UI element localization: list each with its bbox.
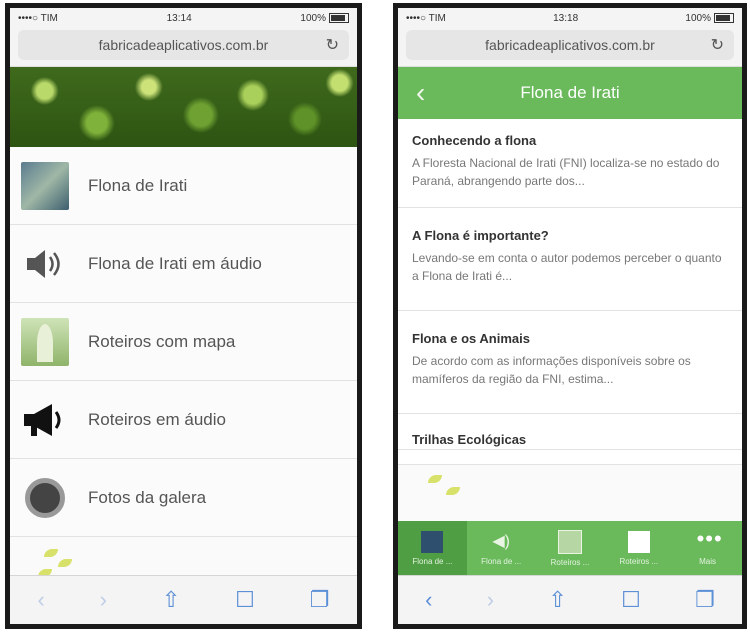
article-title: A Flona é importante? (412, 228, 549, 243)
sprout-logo-icon (446, 487, 460, 495)
tab-roteiros-mapa[interactable]: Roteiros ... (536, 521, 605, 576)
camera-lens-icon (20, 473, 70, 523)
menu-item-fotos[interactable]: Fotos da galera (10, 459, 357, 537)
tab-label: Roteiros ... (619, 557, 659, 566)
app-tab-bar: Flona de ... ◀) Flona de ... Roteiros ..… (398, 521, 742, 576)
article-title: Flona e os Animais (412, 331, 530, 346)
menu-list: Flona de Irati Flona de Irati em áudio R… (10, 147, 357, 537)
battery-status: 100% (685, 13, 734, 24)
bookmarks-icon[interactable]: ☐ (621, 587, 641, 613)
address-bar[interactable]: fabricadeaplicativos.com.br ↻ (18, 30, 349, 60)
menu-item-flona-audio[interactable]: Flona de Irati em áudio (10, 225, 357, 303)
menu-item-label: Roteiros com mapa (88, 331, 236, 351)
battery-percent: 100% (300, 12, 326, 24)
book-icon (421, 531, 444, 553)
speaker-icon: ◀) (492, 533, 510, 550)
tab-roteiros-audio[interactable]: Roteiros ... (604, 521, 673, 576)
page-title: Flona de Irati (520, 83, 620, 102)
tabs-icon[interactable]: ❐ (695, 587, 715, 613)
back-arrow-icon[interactable]: ‹ (425, 587, 432, 613)
menu-item-label: Roteiros em áudio (88, 409, 226, 429)
menu-item-flona[interactable]: Flona de Irati (10, 147, 357, 225)
article-excerpt: Levando-se em conta o autor podemos perc… (412, 251, 722, 283)
share-icon[interactable]: ⇧ (548, 587, 566, 613)
forest-map-thumbnail (20, 161, 70, 211)
article-excerpt: A Floresta Nacional de Irati (FNI) local… (412, 156, 720, 188)
list-item[interactable]: Conhecendo a flona A Floresta Nacional d… (398, 119, 742, 208)
menu-item-label: Fotos da galera (88, 487, 207, 507)
reload-icon[interactable]: ↻ (326, 35, 339, 55)
article-excerpt: De acordo com as informações disponíveis… (412, 354, 691, 386)
app-header: ‹ Flona de Irati (398, 67, 742, 119)
browser-toolbar: ‹ › ⇧ ☐ ❐ (398, 575, 742, 624)
status-bar: ••••○ TIM 13:18 100% (398, 8, 742, 28)
carrier-label: ••••○ TIM (18, 12, 58, 24)
menu-item-roteiros-mapa[interactable]: Roteiros com mapa (10, 303, 357, 381)
forward-arrow-icon[interactable]: › (100, 587, 107, 613)
reload-icon[interactable]: ↻ (711, 35, 724, 55)
time-label: 13:14 (166, 12, 192, 24)
url-text: fabricadeaplicativos.com.br (485, 37, 655, 53)
forward-arrow-icon[interactable]: › (487, 587, 494, 613)
url-text: fabricadeaplicativos.com.br (98, 37, 269, 53)
tab-more[interactable]: ••• Mais (673, 521, 742, 576)
status-bar: ••••○ TIM 13:14 100% (10, 8, 357, 28)
tab-label: Mais (699, 557, 717, 566)
address-bar[interactable]: fabricadeaplicativos.com.br ↻ (406, 30, 734, 60)
list-item[interactable]: A Flona é importante? Levando-se em cont… (398, 208, 742, 311)
tab-flona-audio[interactable]: ◀) Flona de ... (467, 521, 536, 576)
article-title: Conhecendo a flona (412, 133, 537, 148)
list-item[interactable]: Trilhas Ecológicas (398, 414, 742, 450)
tab-label: Flona de ... (481, 557, 522, 566)
megaphone-icon (627, 531, 650, 553)
app-logo-strip (398, 464, 742, 521)
battery-percent: 100% (685, 12, 711, 24)
tabs-icon[interactable]: ❐ (310, 587, 330, 613)
tab-flona[interactable]: Flona de ... (398, 521, 467, 576)
browser-toolbar: ‹ › ⇧ ☐ ❐ (10, 575, 357, 624)
forest-banner-image (10, 67, 357, 147)
battery-icon (329, 13, 349, 23)
tab-label: Roteiros ... (550, 558, 590, 567)
article-title: Trilhas Ecológicas (412, 432, 527, 447)
sprout-logo-icon (428, 475, 442, 483)
back-arrow-icon[interactable]: ‹ (37, 587, 44, 613)
sprout-logo-icon (44, 549, 58, 557)
tab-label: Flona de ... (412, 557, 453, 566)
share-icon[interactable]: ⇧ (162, 587, 180, 613)
browser-top: ••••○ TIM 13:14 100% fabricadeaplicativo… (10, 8, 357, 67)
more-icon: ••• (696, 526, 723, 551)
trail-icon (557, 530, 582, 554)
back-chevron-icon[interactable]: ‹ (416, 77, 425, 109)
menu-item-label: Flona de Irati em áudio (88, 253, 262, 273)
battery-status: 100% (300, 13, 349, 24)
menu-item-roteiros-audio[interactable]: Roteiros em áudio (10, 381, 357, 459)
carrier-label: ••••○ TIM (406, 12, 446, 24)
trail-map-thumbnail (20, 317, 70, 367)
time-label: 13:18 (553, 12, 579, 24)
article-list: Conhecendo a flona A Floresta Nacional d… (398, 119, 742, 450)
bookmarks-icon[interactable]: ☐ (235, 587, 255, 613)
browser-top: ••••○ TIM 13:18 100% fabricadeaplicativo… (398, 8, 742, 67)
speaker-icon (20, 239, 70, 289)
megaphone-icon (20, 395, 70, 445)
list-item[interactable]: Flona e os Animais De acordo com as info… (398, 311, 742, 414)
phone-left: ••••○ TIM 13:14 100% fabricadeaplicativo… (5, 3, 362, 629)
phone-right: ••••○ TIM 13:18 100% fabricadeaplicativo… (393, 3, 747, 629)
battery-icon (714, 13, 734, 23)
menu-item-label: Flona de Irati (88, 175, 188, 195)
sprout-logo-icon (58, 559, 72, 567)
